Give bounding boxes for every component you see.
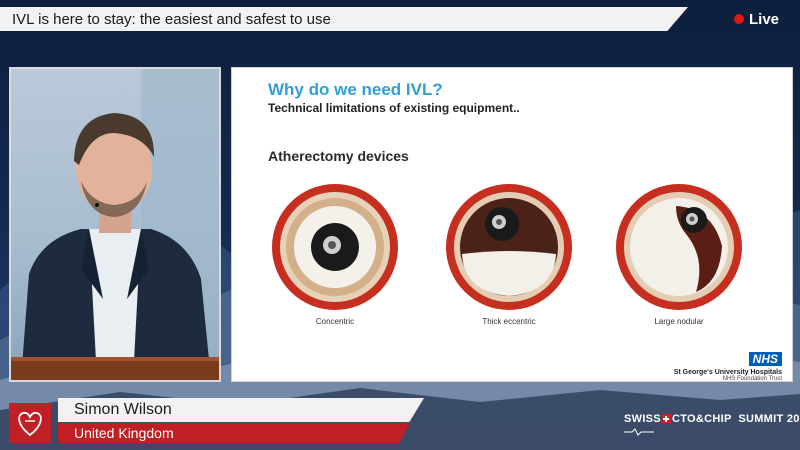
slide-section-heading: Atherectomy devices xyxy=(268,148,409,164)
speaker-name-bar: Simon Wilson xyxy=(58,398,424,422)
event-name-left: SWISS xyxy=(624,413,661,425)
concentric-lesion-illustration xyxy=(272,184,398,310)
slide-subtitle: Technical limitations of existing equipm… xyxy=(268,101,520,115)
device-caption-large-nodular: Large nodular xyxy=(654,317,704,326)
heart-logo-icon xyxy=(9,403,51,443)
session-title-bar: IVL is here to stay: the easiest and saf… xyxy=(0,7,688,31)
speaker-country: United Kingdom xyxy=(74,425,174,441)
hospital-name: St George's University Hospitals xyxy=(673,369,782,376)
session-title: IVL is here to stay: the easiest and saf… xyxy=(12,10,331,28)
live-indicator: Live xyxy=(734,10,779,28)
nhs-logo: NHS xyxy=(748,352,782,366)
ecg-line-icon xyxy=(624,428,654,436)
speaker-video xyxy=(9,67,221,382)
event-logo: SWISS CTO&CHIP SUMMIT 2022 xyxy=(624,413,800,425)
nhs-branding: NHS St George's University Hospitals NHS… xyxy=(674,350,782,382)
event-name-right: SUMMIT 2022 xyxy=(738,413,800,425)
speaker-name: Simon Wilson xyxy=(74,401,172,418)
device-caption-concentric: Concentric xyxy=(315,317,355,326)
live-dot-icon xyxy=(734,14,744,24)
trust-name: NHS Foundation Trust xyxy=(722,376,782,382)
device-caption-thick-eccentric: Thick eccentric xyxy=(482,317,536,326)
large-nodular-lesion-illustration xyxy=(616,184,742,310)
presentation-slide: Why do we need IVL? Technical limitation… xyxy=(231,67,793,382)
thick-eccentric-lesion-illustration xyxy=(446,184,572,310)
event-name-middle: CTO&CHIP xyxy=(671,413,732,425)
slide-title: Why do we need IVL? xyxy=(268,80,443,99)
speaker-country-bar: United Kingdom xyxy=(58,423,410,443)
live-label: Live xyxy=(749,10,780,28)
swiss-cross-icon xyxy=(661,414,671,423)
